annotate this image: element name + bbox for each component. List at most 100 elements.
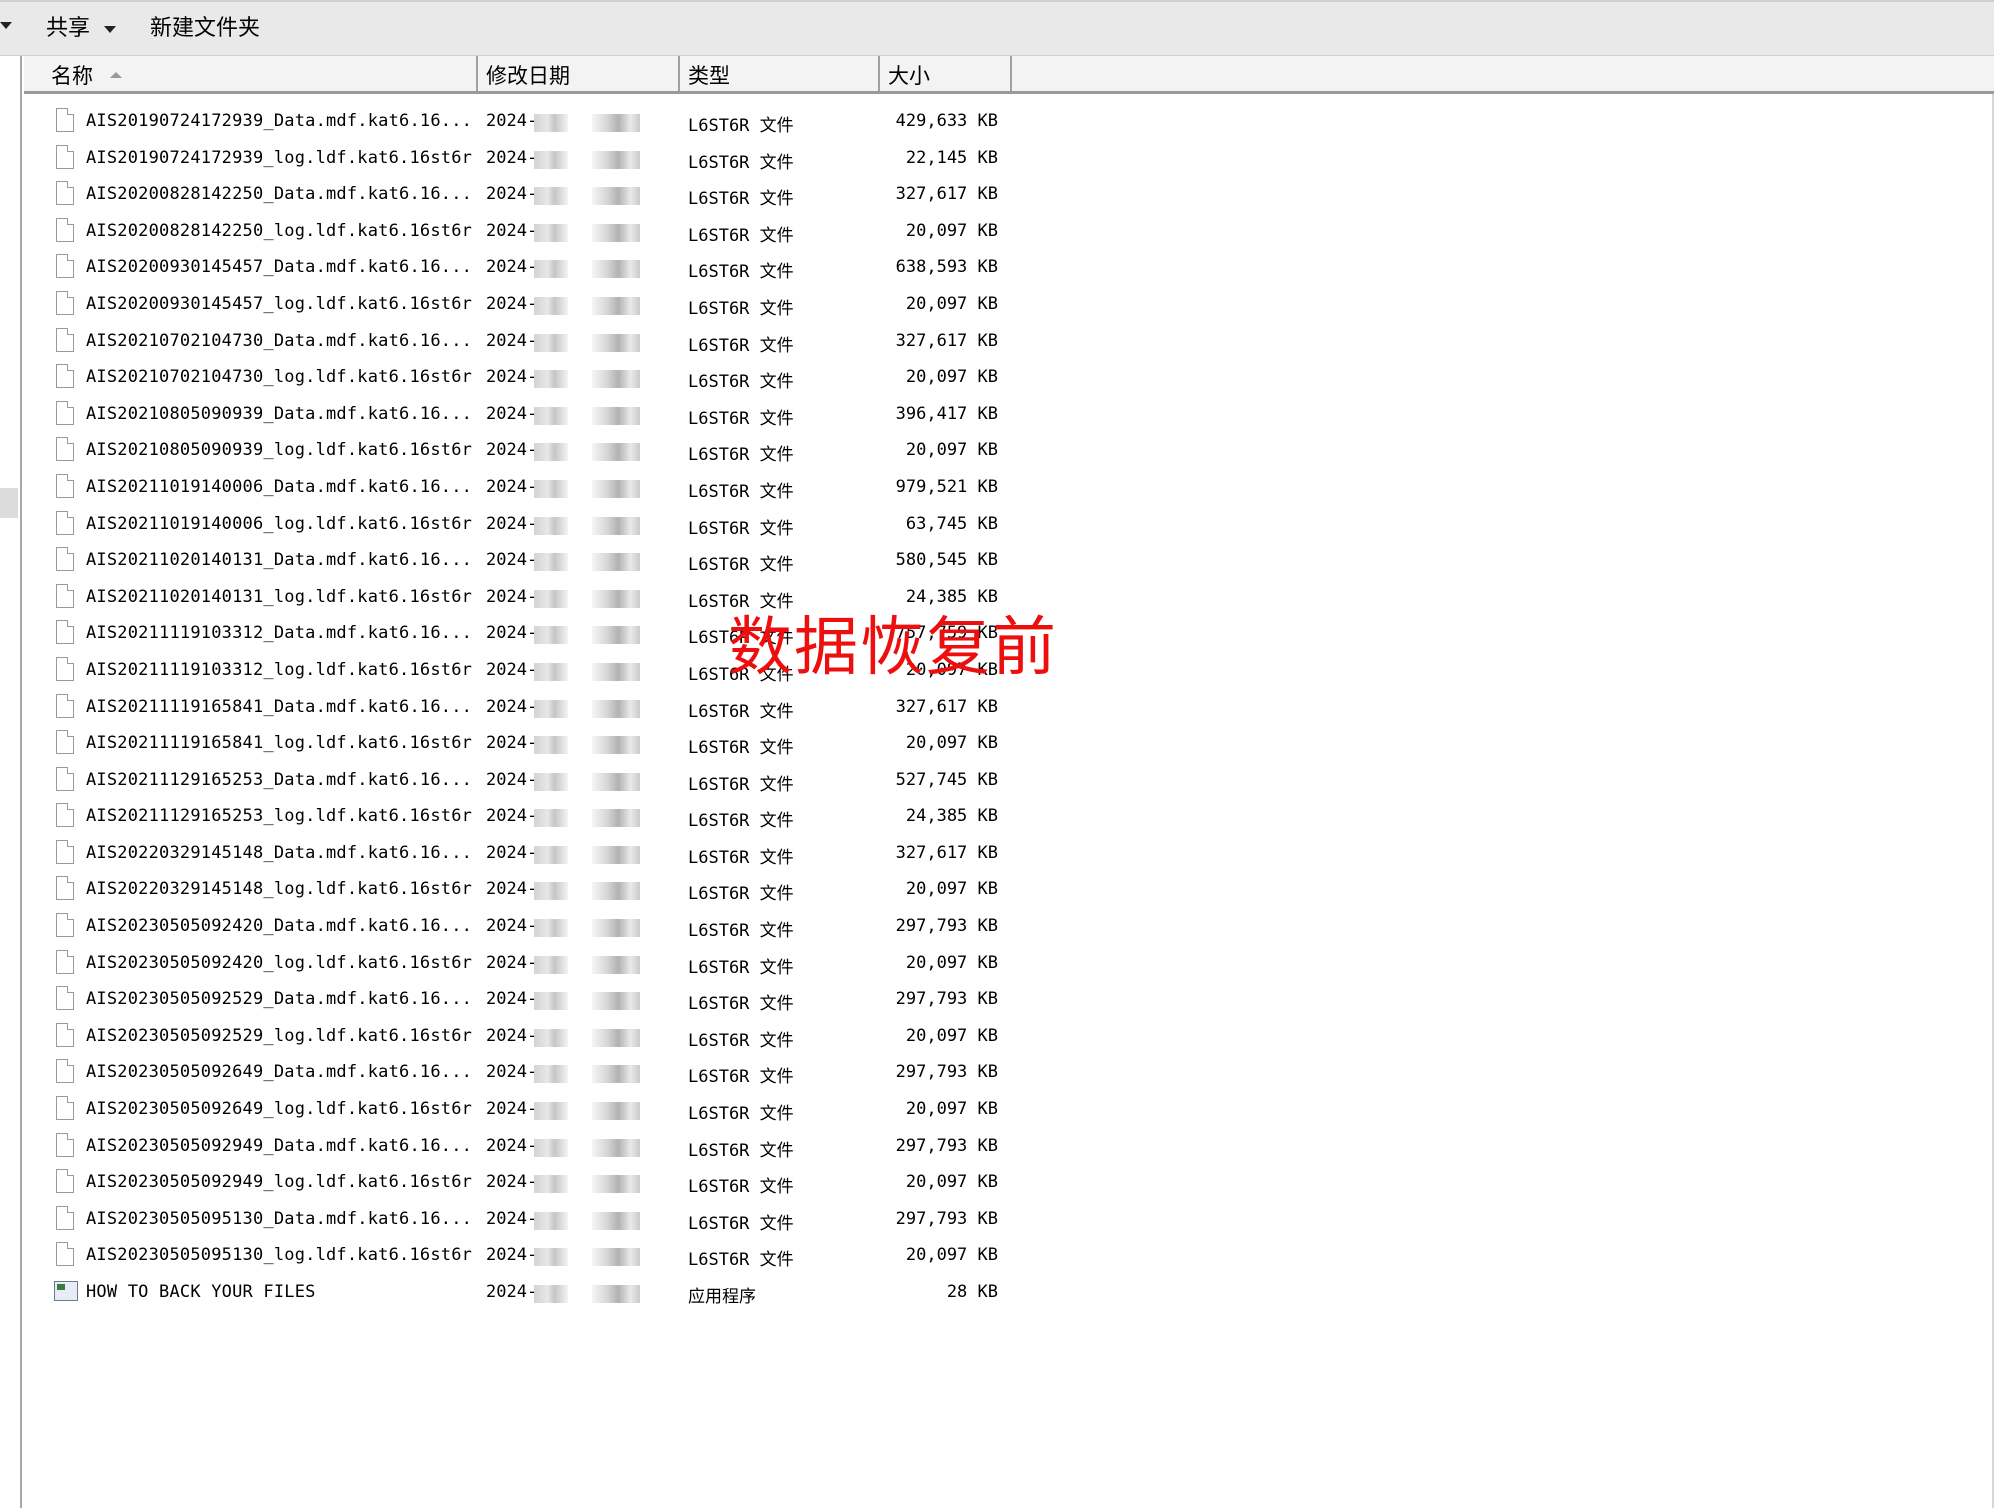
file-date: 2024- xyxy=(486,550,538,571)
column-header-name-label: 名称 xyxy=(51,64,93,88)
new-folder-button-label: 新建文件夹 xyxy=(150,16,261,41)
file-name: AIS20211119103312_Data.mdf.kat6.16... xyxy=(86,623,473,644)
file-size: 396,417 KB xyxy=(895,403,998,424)
column-header-type[interactable]: 类型 xyxy=(680,56,880,91)
file-row[interactable]: AIS20230505092529_Data.mdf.kat6.16... 202… xyxy=(24,982,1024,1019)
redacted-date-part xyxy=(534,1102,568,1121)
file-name: AIS20211119165841_Data.mdf.kat6.16... xyxy=(86,696,473,717)
file-name: AIS20230505092949_Data.mdf.kat6.16... xyxy=(86,1135,473,1156)
file-name: AIS20230505092529_Data.mdf.kat6.16... xyxy=(86,989,473,1010)
file-type: L6ST6R 文件 xyxy=(688,1104,794,1125)
file-row[interactable]: AIS20210702104730_log.ldf.kat6.16st6r 202… xyxy=(24,360,1024,397)
file-row[interactable]: AIS20230505092949_Data.mdf.kat6.16... 202… xyxy=(24,1129,1024,1166)
redacted-time-part xyxy=(592,955,640,974)
file-row[interactable]: AIS20200930145457_Data.mdf.kat6.16... 202… xyxy=(24,250,1024,287)
chevron-down-icon xyxy=(104,25,117,33)
file-row[interactable]: AIS20211019140006_Data.mdf.kat6.16... 202… xyxy=(24,470,1024,507)
file-row[interactable]: AIS20230505095130_log.ldf.kat6.16st6r 202… xyxy=(24,1238,1024,1275)
column-header-date-label: 修改日期 xyxy=(486,64,570,88)
redacted-time-part xyxy=(592,443,640,462)
file-row[interactable]: AIS20230505092649_Data.mdf.kat6.16... 202… xyxy=(24,1055,1024,1092)
redacted-time-part xyxy=(592,1028,640,1047)
file-row[interactable]: AIS20211119103312_Data.mdf.kat6.16... 202… xyxy=(24,616,1024,653)
file-name: AIS20230505095130_Data.mdf.kat6.16... xyxy=(86,1208,473,1229)
file-row[interactable]: AIS20200828142250_log.ldf.kat6.16st6r 202… xyxy=(24,214,1024,251)
redacted-time-part xyxy=(592,370,640,389)
file-date: 2024- xyxy=(486,111,538,131)
redacted-time-part xyxy=(592,553,640,572)
file-date: 2024- xyxy=(486,989,538,1010)
file-row[interactable]: AIS20190724172939_log.ldf.kat6.16st6r 202… xyxy=(24,141,1024,178)
redacted-date-part xyxy=(534,736,568,755)
file-row[interactable]: AIS20211119103312_log.ldf.kat6.16st6r 202… xyxy=(24,653,1024,690)
file-row[interactable]: AIS20230505092949_log.ldf.kat6.16st6r 202… xyxy=(24,1165,1024,1202)
file-row[interactable]: AIS20211019140006_log.ldf.kat6.16st6r 202… xyxy=(24,507,1024,544)
redacted-date-part xyxy=(534,553,568,572)
navigation-pane[interactable] xyxy=(0,56,22,1508)
new-folder-button[interactable]: 新建文件夹 xyxy=(150,12,260,46)
file-size: 297,793 KB xyxy=(895,989,998,1010)
file-row[interactable]: HOW TO BACK YOUR FILES 2024- 应用程序 28 KB xyxy=(24,1275,1024,1312)
file-row[interactable]: AIS20230505095130_Data.mdf.kat6.16... 202… xyxy=(24,1202,1024,1239)
redacted-time-part xyxy=(592,736,640,755)
file-size: 527,745 KB xyxy=(895,769,998,790)
file-icon xyxy=(56,839,74,864)
file-row[interactable]: AIS20220329145148_Data.mdf.kat6.16... 202… xyxy=(24,836,1024,873)
file-row[interactable]: AIS20211020140131_Data.mdf.kat6.16... 202… xyxy=(24,543,1024,580)
file-row[interactable]: AIS20210805090939_log.ldf.kat6.16st6r 202… xyxy=(24,433,1024,470)
share-button[interactable]: 共享 xyxy=(46,12,117,46)
column-header-size[interactable]: 大小 xyxy=(880,56,1012,91)
file-size: 757,759 KB xyxy=(895,623,998,644)
file-row[interactable]: AIS20211119165841_log.ldf.kat6.16st6r 202… xyxy=(24,726,1024,763)
redacted-date-part xyxy=(534,1065,568,1084)
file-row[interactable]: AIS20230505092649_log.ldf.kat6.16st6r 202… xyxy=(24,1092,1024,1129)
redacted-date-part xyxy=(534,187,568,206)
file-row[interactable]: AIS20190724172939_Data.mdf.kat6.16... 202… xyxy=(24,104,1024,141)
file-icon xyxy=(56,1059,74,1084)
file-date: 2024- xyxy=(486,184,538,205)
redacted-date-part xyxy=(534,296,568,315)
file-row[interactable]: AIS20211129165253_Data.mdf.kat6.16... 202… xyxy=(24,763,1024,800)
column-header-name[interactable]: 名称 xyxy=(24,56,478,91)
file-row[interactable]: AIS20200930145457_log.ldf.kat6.16st6r 202… xyxy=(24,287,1024,324)
file-name: AIS20211020140131_Data.mdf.kat6.16... xyxy=(86,550,473,571)
file-type: L6ST6R 文件 xyxy=(688,811,794,832)
file-row[interactable]: AIS20211020140131_log.ldf.kat6.16st6r 202… xyxy=(24,580,1024,617)
redacted-date-part xyxy=(534,626,568,645)
file-size: 20,097 KB xyxy=(905,1245,998,1266)
file-row[interactable]: AIS20211119165841_Data.mdf.kat6.16... 202… xyxy=(24,690,1024,727)
redacted-time-part xyxy=(592,479,640,498)
file-row[interactable]: AIS20220329145148_log.ldf.kat6.16st6r 202… xyxy=(24,872,1024,909)
file-row[interactable]: AIS20230505092420_log.ldf.kat6.16st6r 202… xyxy=(24,946,1024,983)
toolbar-overflow-arrow-icon[interactable] xyxy=(0,22,12,29)
file-name: AIS20230505092420_log.ldf.kat6.16st6r xyxy=(86,952,473,973)
redacted-time-part xyxy=(592,809,640,828)
file-date: 2024- xyxy=(486,403,538,424)
redacted-date-part xyxy=(534,882,568,901)
redacted-time-part xyxy=(592,1285,640,1303)
file-row[interactable]: AIS20210702104730_Data.mdf.kat6.16... 202… xyxy=(24,324,1024,361)
navigation-selected-item[interactable] xyxy=(0,488,18,518)
redacted-time-part xyxy=(592,1138,640,1157)
file-icon xyxy=(56,364,74,389)
file-size: 297,793 KB xyxy=(895,1135,998,1156)
redacted-time-part xyxy=(592,992,640,1011)
file-type: L6ST6R 文件 xyxy=(688,408,794,429)
file-type: L6ST6R 文件 xyxy=(688,225,794,246)
file-icon xyxy=(56,1022,74,1047)
file-row[interactable]: AIS20210805090939_Data.mdf.kat6.16... 202… xyxy=(24,397,1024,434)
file-name: HOW TO BACK YOUR FILES xyxy=(86,1282,316,1302)
file-icon xyxy=(56,1132,74,1157)
file-name: AIS20210702104730_log.ldf.kat6.16st6r xyxy=(86,367,473,388)
file-name: AIS20200828142250_Data.mdf.kat6.16... xyxy=(86,184,473,205)
column-header-date[interactable]: 修改日期 xyxy=(478,56,680,91)
file-row[interactable]: AIS20230505092529_log.ldf.kat6.16st6r 202… xyxy=(24,1019,1024,1056)
redacted-date-part xyxy=(534,443,568,462)
file-date: 2024- xyxy=(486,769,538,790)
file-row[interactable]: AIS20200828142250_Data.mdf.kat6.16... 202… xyxy=(24,177,1024,214)
file-row[interactable]: AIS20230505092420_Data.mdf.kat6.16... 202… xyxy=(24,909,1024,946)
redacted-date-part xyxy=(534,772,568,791)
file-row[interactable]: AIS20211129165253_log.ldf.kat6.16st6r 202… xyxy=(24,799,1024,836)
redacted-date-part xyxy=(534,699,568,718)
file-date: 2024- xyxy=(486,1025,538,1046)
